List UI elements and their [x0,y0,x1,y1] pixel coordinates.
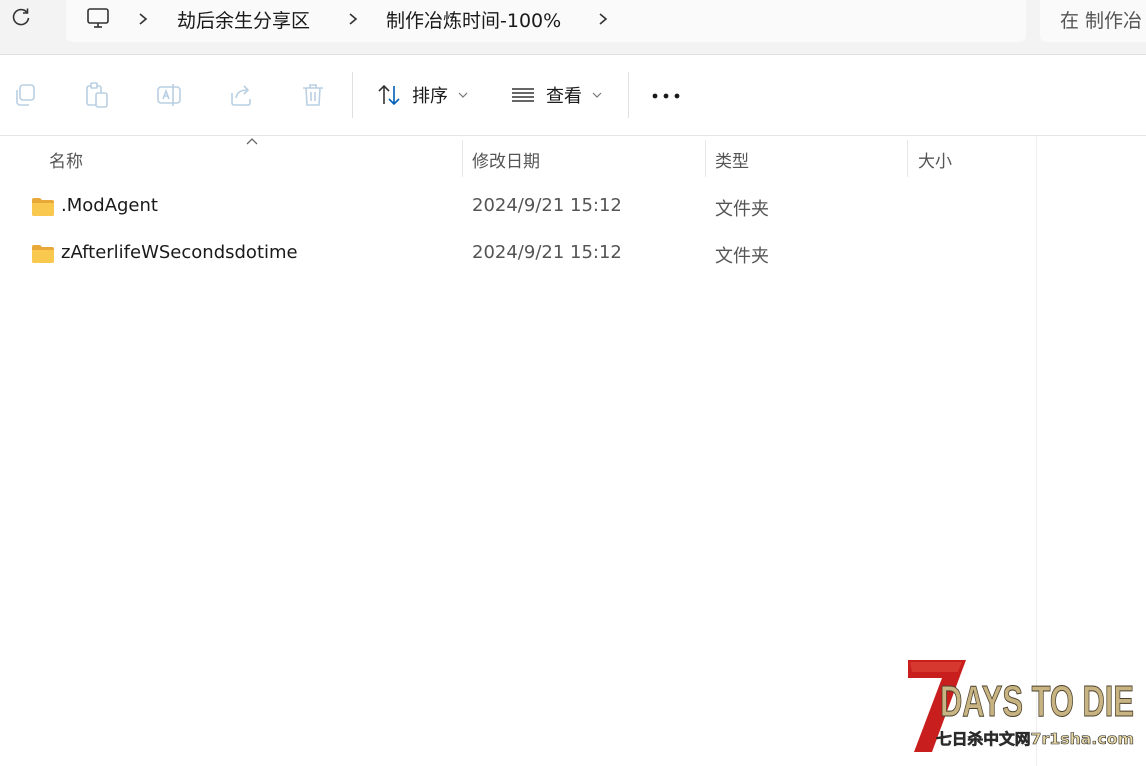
more-options-icon[interactable] [650,92,682,100]
chevron-right-icon[interactable] [136,9,150,29]
column-divider[interactable] [705,140,706,177]
file-name: .ModAgent [61,195,158,216]
folder-icon [32,245,54,263]
chevron-down-icon [458,92,468,98]
delete-icon[interactable] [299,81,327,109]
command-bar: 排序 查看 [0,55,1146,136]
svg-text:DAYS TO DIE: DAYS TO DIE [940,677,1134,726]
chevron-right-icon[interactable] [346,9,360,29]
column-divider[interactable] [462,140,463,177]
file-row[interactable]: zAfterlifeWSecondsdotime 2024/9/21 15:12… [0,232,1036,278]
chevron-right-icon[interactable] [596,9,610,29]
column-header: 名称 修改日期 类型 大小 [0,136,1036,178]
toolbar-divider [352,72,353,118]
column-size[interactable]: 大小 [918,147,952,172]
paste-icon[interactable] [83,81,111,109]
view-label: 查看 [546,86,582,107]
column-modified[interactable]: 修改日期 [472,147,540,172]
search-input[interactable]: 在 制作冶 [1040,0,1146,42]
view-list-icon [512,88,534,102]
toolbar-divider [628,72,629,118]
refresh-icon [12,8,30,26]
file-name: zAfterlifeWSecondsdotime [61,242,298,263]
rename-icon[interactable] [155,81,183,109]
this-pc-icon[interactable] [86,6,110,30]
7dtd-watermark-logo: DAYS TO DIE 七日杀中文网7r1sha.com [908,660,1135,752]
file-row[interactable]: .ModAgent 2024/9/21 15:12 文件夹 [0,185,1036,231]
file-type: 文件夹 [715,246,769,267]
sort-button[interactable]: 排序 [376,79,468,111]
column-name[interactable]: 名称 [49,147,83,172]
svg-text:七日杀中文网7r1sha.com: 七日杀中文网7r1sha.com [936,730,1134,748]
column-type[interactable]: 类型 [715,147,749,172]
breadcrumb[interactable]: 劫后余生分享区 制作冶炼时间-100% [66,0,1026,42]
search-placeholder: 在 制作冶 [1060,10,1143,32]
breadcrumb-item[interactable]: 劫后余生分享区 [177,6,310,33]
file-modified: 2024/9/21 15:12 [472,242,622,263]
view-button[interactable]: 查看 [510,79,602,111]
address-bar-area: 劫后余生分享区 制作冶炼时间-100% 在 制作冶 [0,0,1146,55]
chevron-down-icon [592,92,602,98]
share-icon[interactable] [227,81,255,109]
file-type: 文件夹 [715,199,769,220]
sort-label: 排序 [412,86,448,107]
sort-ascending-icon [246,138,258,145]
refresh-button[interactable] [8,5,34,31]
breadcrumb-item[interactable]: 制作冶炼时间-100% [386,6,561,33]
sort-icon [378,84,400,106]
copy-icon[interactable] [11,81,39,109]
file-modified: 2024/9/21 15:12 [472,195,622,216]
column-divider[interactable] [907,140,908,177]
folder-icon [32,198,54,216]
